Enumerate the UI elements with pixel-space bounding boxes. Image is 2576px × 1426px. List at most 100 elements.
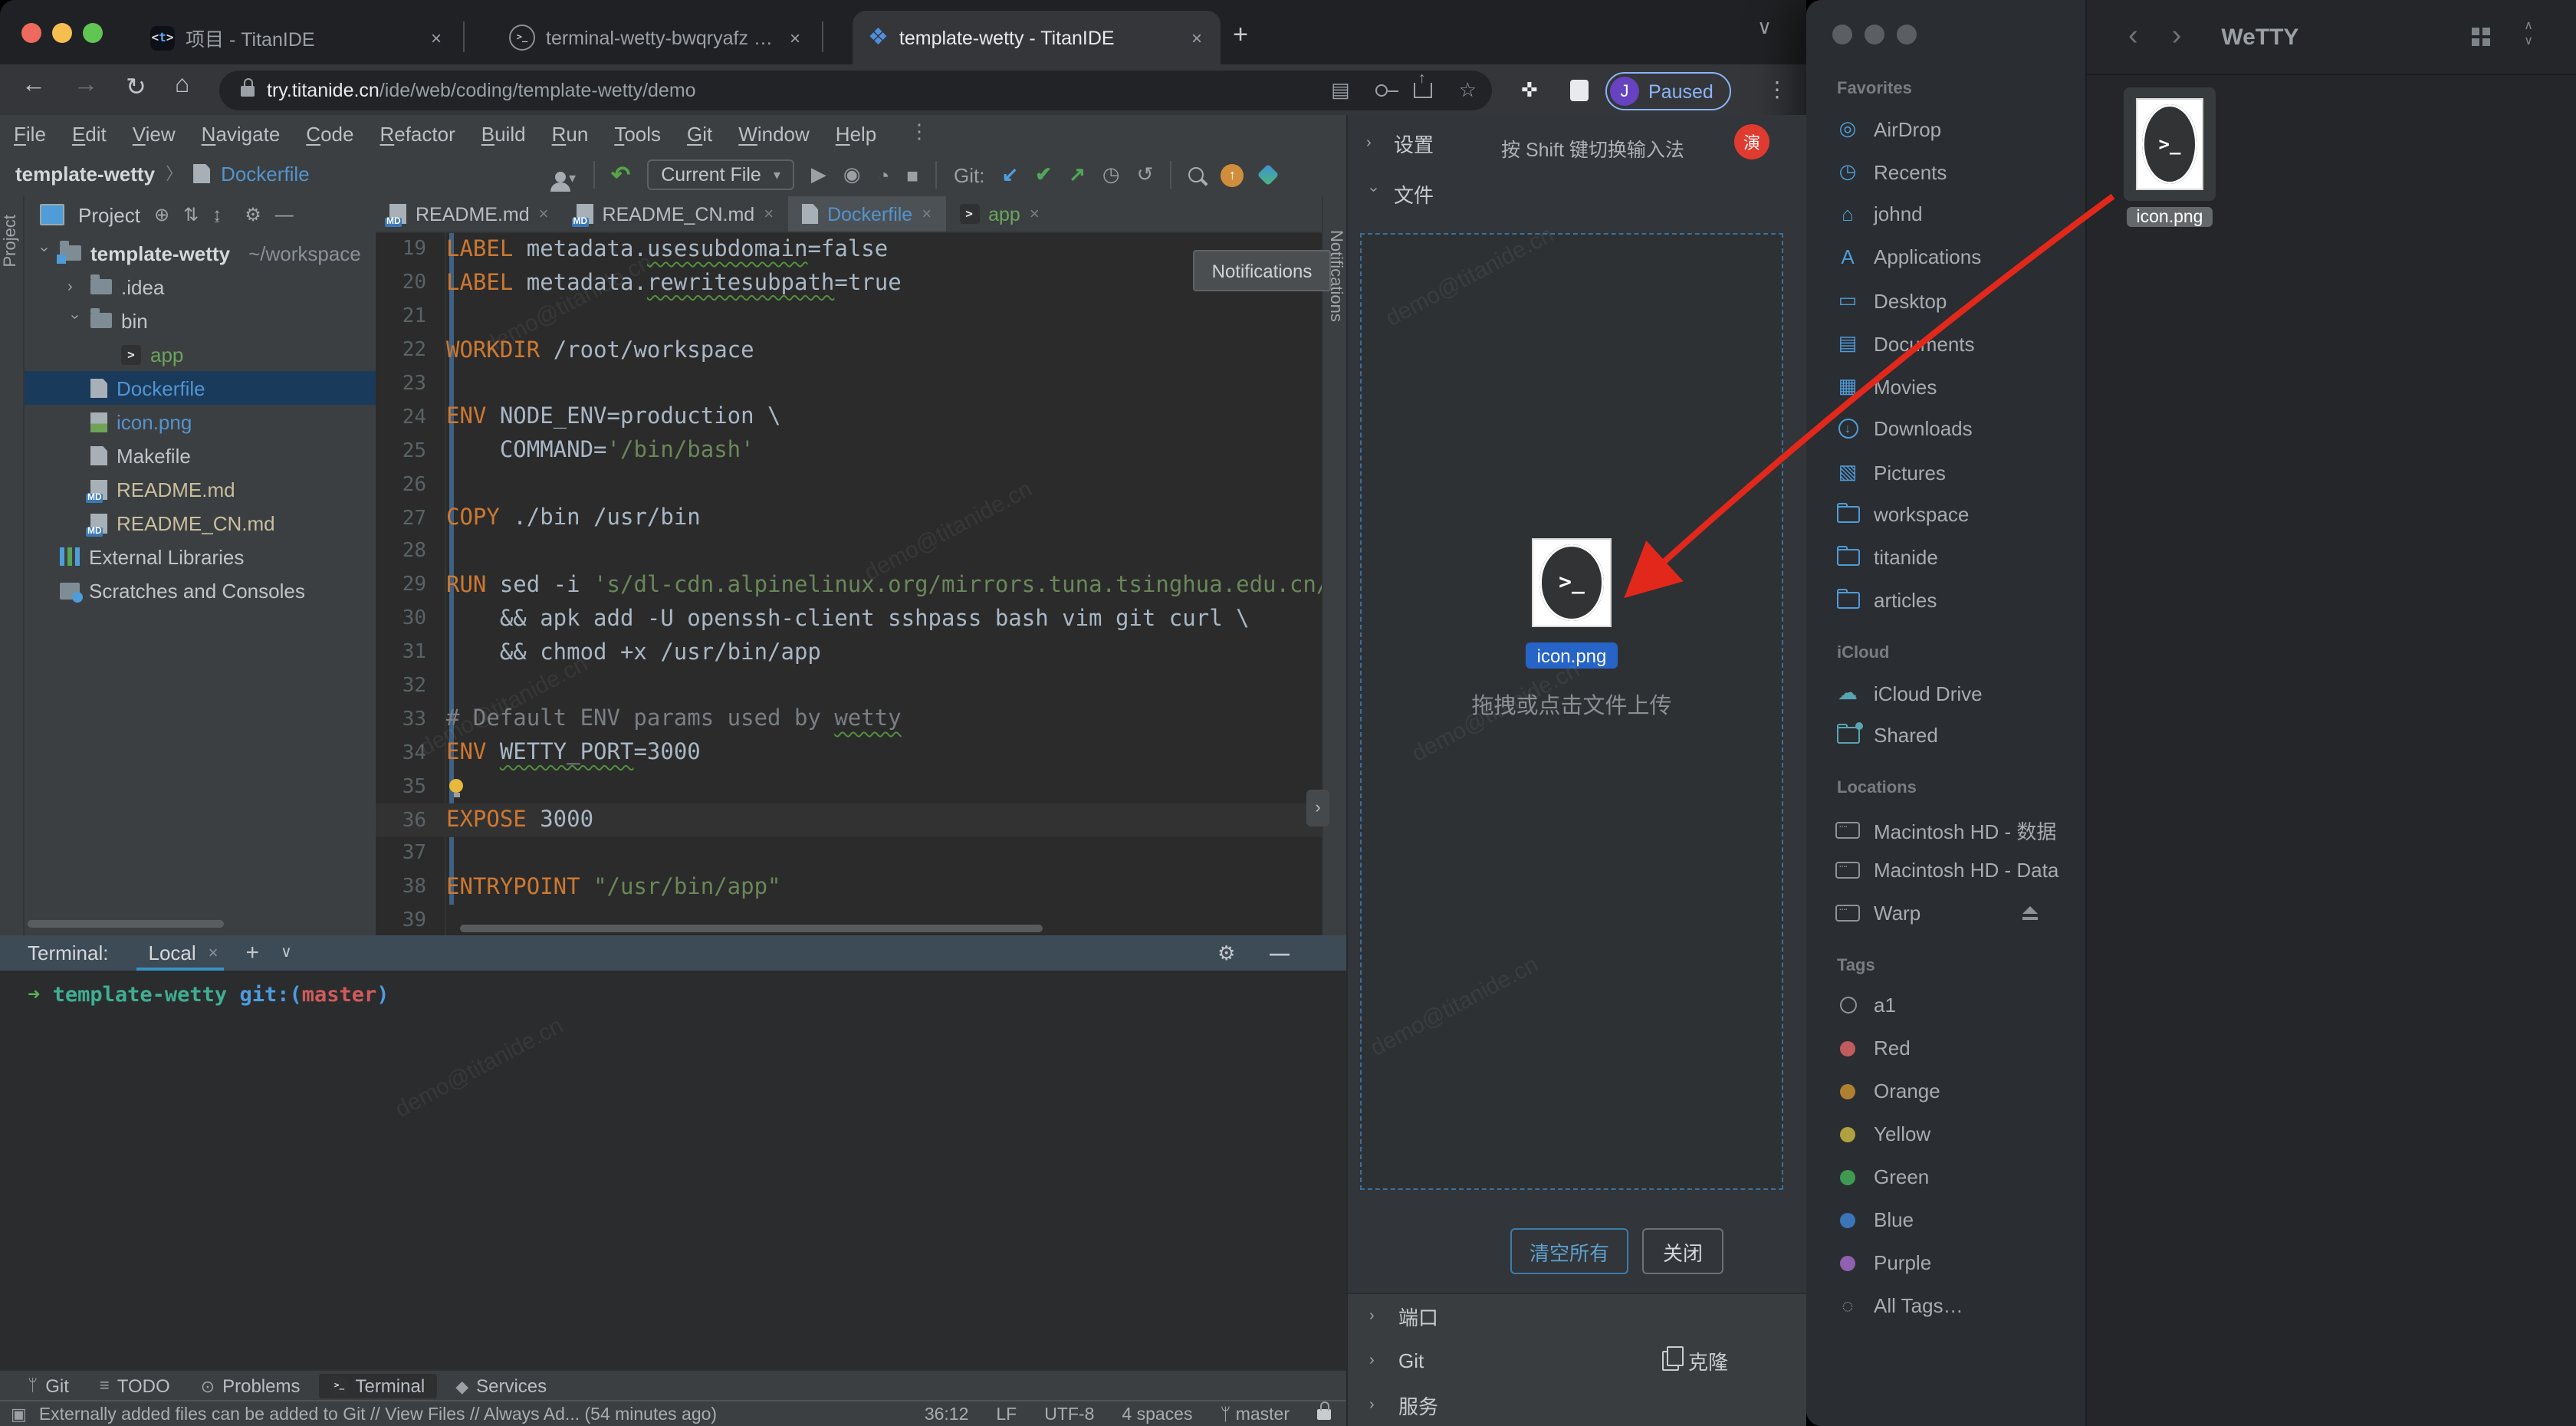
new-tab-button[interactable]: + [1221,15,1260,55]
file-encoding[interactable]: UTF-8 [1044,1405,1094,1424]
editor-tab-readme-cn-md[interactable]: README_CN.md× [563,196,788,232]
finder-close-button[interactable] [1832,25,1852,44]
toolwindow-services[interactable]: ◆Services [443,1374,559,1398]
undo-icon[interactable]: ↺ [1137,163,1154,187]
panel-section-git[interactable]: ›Git克隆 [1348,1339,1806,1383]
sidebar-item-movies[interactable]: ▦Movies [1834,374,1937,399]
tree-item-scratches-and-consoles[interactable]: Scratches and Consoles [25,573,376,607]
password-key-icon[interactable] [1376,84,1388,97]
new-terminal-icon[interactable]: + [246,940,260,966]
git-commit-icon[interactable]: ✔ [1035,163,1052,187]
terminal-dropdown-chevron-icon[interactable]: ∨ [281,945,292,961]
panel-section-服务[interactable]: ›服务 [1348,1383,1806,1426]
terminal-minimize-icon[interactable]: — [1270,941,1290,964]
editor-tabs-kebab-icon[interactable]: ⋮ [909,120,929,144]
code-line[interactable]: 19LABEL metadata.usesubdomain=false [376,233,1322,267]
editor-tab-close-icon[interactable]: × [764,205,774,223]
user-icon[interactable] [555,171,566,182]
file-upload-dropzone[interactable]: >_ icon.png 拖拽或点击文件上传 [1360,233,1783,1190]
clone-button[interactable]: 克隆 [1662,1346,1728,1375]
sidebar-item-pictures[interactable]: ▧Pictures [1834,460,1946,485]
rollback-arrow-icon[interactable]: ↶ [611,161,630,189]
tab-close-icon[interactable]: × [1188,27,1205,48]
tree-item-external-libraries[interactable]: External Libraries [25,540,376,573]
tree-item-icon-png[interactable]: icon.png [25,405,376,439]
git-branch[interactable]: ᛘ master [1220,1405,1290,1424]
eject-icon[interactable] [2022,907,2037,920]
extensions-puzzle-icon[interactable]: ✜ [1521,78,1538,103]
sidebar-item-applications[interactable]: AApplications [1834,245,1981,268]
finder-file-icon-png[interactable]: >_ icon.png [2122,87,2217,227]
sidebar-item-documents[interactable]: ▤Documents [1834,331,1975,356]
clipboard-icon[interactable]: ▤ [1331,78,1350,103]
code-line[interactable]: 27COPY ./bin /usr/bin [376,501,1322,535]
code-line[interactable]: 29RUN sed -i 's/dl-cdn.alpinelinux.org/m… [376,569,1322,603]
expand-all-icon[interactable]: ⇅ [183,204,199,225]
tree-chevron-icon[interactable]: › [35,246,52,260]
tree-item--idea[interactable]: ›.idea [25,270,376,304]
breadcrumb-project[interactable]: template-wetty [15,162,155,185]
tree-item-readme-cn-md[interactable]: README_CN.md [25,506,376,540]
zoom-window-button[interactable] [83,23,103,43]
gear-icon[interactable]: ⚙ [245,204,261,225]
tree-item-template-wetty[interactable]: ›template-wetty~/workspace [25,236,376,270]
terminal-tab-local[interactable]: Local [149,941,196,965]
grid-view-icon[interactable] [2472,28,2490,46]
code-line[interactable]: 32 [376,669,1322,703]
finder-forward-icon[interactable]: › [2172,20,2182,54]
code-line[interactable]: 24ENV NODE_ENV=production \ [376,401,1322,435]
sidebar-item-green[interactable]: Green [1834,1165,1929,1188]
tab-close-icon[interactable]: × [428,27,445,48]
sidebar-item-icloud-drive[interactable]: ☁iCloud Drive [1834,681,1983,705]
share-icon[interactable] [1414,83,1433,98]
sidebar-item-recents[interactable]: ◷Recents [1834,159,1947,184]
profile-chip[interactable]: J Paused [1605,72,1731,110]
sidebar-item-desktop[interactable]: ▭Desktop [1834,288,1947,313]
project-panel-title[interactable]: Project [78,203,140,226]
sidebar-item-johnd[interactable]: ⌂johnd [1834,202,1923,225]
sidebar-item-airdrop[interactable]: ◎AirDrop [1834,117,1941,141]
menu-window[interactable]: Window [738,123,810,146]
upload-circle-icon[interactable]: ↑ [1221,163,1244,186]
menu-view[interactable]: View [133,123,176,146]
code-line[interactable]: 21 [376,301,1322,334]
tree-item-app[interactable]: app [25,337,376,371]
terminal-tab-close-icon[interactable]: × [209,944,219,962]
editor-expand-chevron[interactable]: › [1306,790,1329,826]
caret-position[interactable]: 36:12 [925,1405,969,1424]
menu-git[interactable]: Git [687,123,712,146]
history-clock-icon[interactable]: ◷ [1102,163,1120,187]
menu-code[interactable]: Code [306,123,353,146]
profiler-icon[interactable]: ◔ [878,163,890,186]
editor-tab-close-icon[interactable]: × [1030,205,1040,223]
menu-tools[interactable]: Tools [614,123,661,146]
hide-panel-icon[interactable]: — [275,204,294,225]
code-line[interactable]: 26 [376,468,1322,501]
status-message[interactable]: Externally added files can be added to G… [39,1405,717,1424]
code-line[interactable]: 38ENTRYPOINT "/usr/bin/app" [376,871,1322,905]
code-line[interactable]: 36EXPOSE 3000 [376,803,1322,837]
code-line[interactable]: 39 [376,905,1322,935]
sidebar-item-purple[interactable]: Purple [1834,1251,1931,1274]
sidebar-item-all-tags-[interactable]: ◌All Tags… [1834,1294,1963,1317]
toolwindow-terminal[interactable]: Terminal [318,1374,437,1398]
minimize-window-button[interactable] [52,23,72,43]
toolwindow-git[interactable]: ᛘGit [15,1374,81,1398]
bookmark-star-icon[interactable]: ☆ [1459,78,1477,103]
sidebar-item-downloads[interactable]: ↓Downloads [1834,417,1973,440]
finder-back-icon[interactable]: ‹ [2128,20,2138,54]
menu-refactor[interactable]: Refactor [380,123,455,146]
settings-section-header[interactable]: › 设置 [1366,129,1434,158]
code-line[interactable]: 37 [376,837,1322,871]
code-line[interactable]: 33# Default ENV params used by wetty [376,703,1322,737]
code-line[interactable]: 22WORKDIR /root/workspace [376,334,1322,367]
line-separator[interactable]: LF [996,1405,1017,1424]
code-line[interactable]: 31 && chmod +x /usr/bin/app [376,636,1322,669]
tree-item-readme-md[interactable]: README.md [25,472,376,506]
code-line[interactable]: 35 [376,770,1322,804]
search-icon[interactable] [1188,167,1204,182]
close-window-button[interactable] [21,23,41,43]
browser-tab[interactable]: ❖template-wetty - TitanIDE× [853,11,1221,64]
back-icon[interactable]: ← [21,72,46,100]
code-line[interactable]: 25 COMMAND='/bin/bash' [376,435,1322,468]
